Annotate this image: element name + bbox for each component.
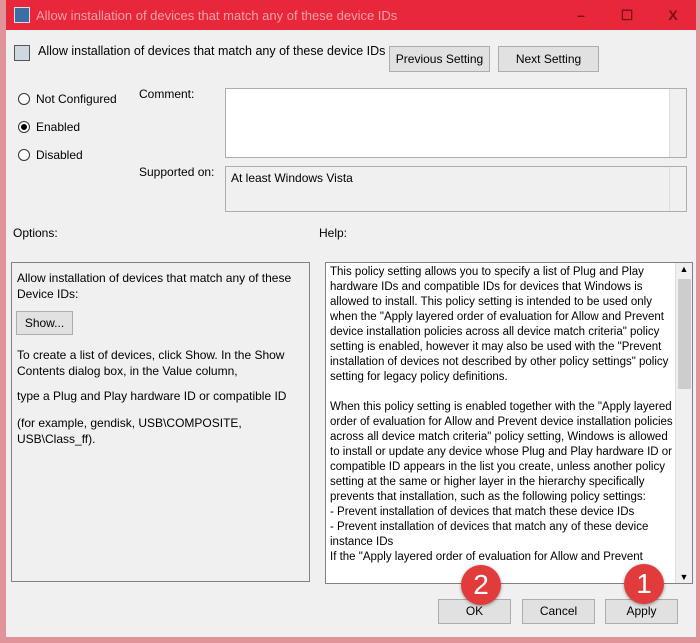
scrollbar-thumb[interactable] [678,279,691,389]
help-label: Help: [319,226,348,240]
radio-circle[interactable] [18,121,30,133]
options-description: Allow installation of devices that match… [17,271,292,301]
options-panel: Allow installation of devices that match… [11,262,310,582]
policy-icon [14,7,30,23]
supported-scrollbar[interactable] [669,167,686,211]
radio-label: Disabled [36,148,83,162]
help-text: This policy setting allows you to specif… [330,266,673,563]
options-instructions: To create a list of devices, click Show.… [17,348,285,378]
radio-circle[interactable] [18,149,30,161]
radio-disabled[interactable]: Disabled [18,148,83,162]
cancel-button[interactable]: Cancel [522,599,595,624]
policy-dialog: Allow installation of devices that match… [6,0,696,637]
title-bar[interactable]: Allow installation of devices that match… [6,0,696,30]
step-badge-1: 1 [624,564,664,604]
window-title: Allow installation of devices that match… [36,8,398,23]
options-instructions-2: type a Plug and Play hardware ID or comp… [17,389,287,403]
comment-label: Comment: [139,87,195,101]
setting-title: Allow installation of devices that match… [38,44,386,58]
step-badge-2: 2 [461,565,501,605]
minimize-button[interactable]: – [558,0,604,30]
radio-label: Enabled [36,120,81,134]
supported-value: At least Windows Vista [231,171,353,185]
supported-label: Supported on: [139,165,215,179]
radio-enabled[interactable]: Enabled [18,120,80,134]
scroll-up-icon[interactable]: ▲ [676,264,692,274]
radio-circle[interactable] [18,93,30,105]
supported-on-field: At least Windows Vista [225,166,687,212]
options-label: Options: [13,226,58,240]
scroll-down-icon[interactable]: ▼ [676,572,692,582]
setting-icon [14,45,30,61]
help-scrollbar[interactable]: ▲ ▼ [675,263,692,583]
comment-textarea[interactable] [225,88,687,158]
close-button[interactable]: X [650,0,696,30]
maximize-button[interactable]: ☐ [604,0,650,30]
previous-setting-button[interactable]: Previous Setting [389,46,490,72]
radio-not-configured[interactable]: Not Configured [18,92,117,106]
show-button[interactable]: Show... [16,311,73,335]
comment-scrollbar[interactable] [669,89,686,157]
radio-label: Not Configured [36,92,117,106]
next-setting-button[interactable]: Next Setting [498,46,599,72]
help-text-box[interactable]: This policy setting allows you to specif… [325,262,693,584]
options-example: (for example, gendisk, USB\COMPOSITE, US… [17,416,242,446]
